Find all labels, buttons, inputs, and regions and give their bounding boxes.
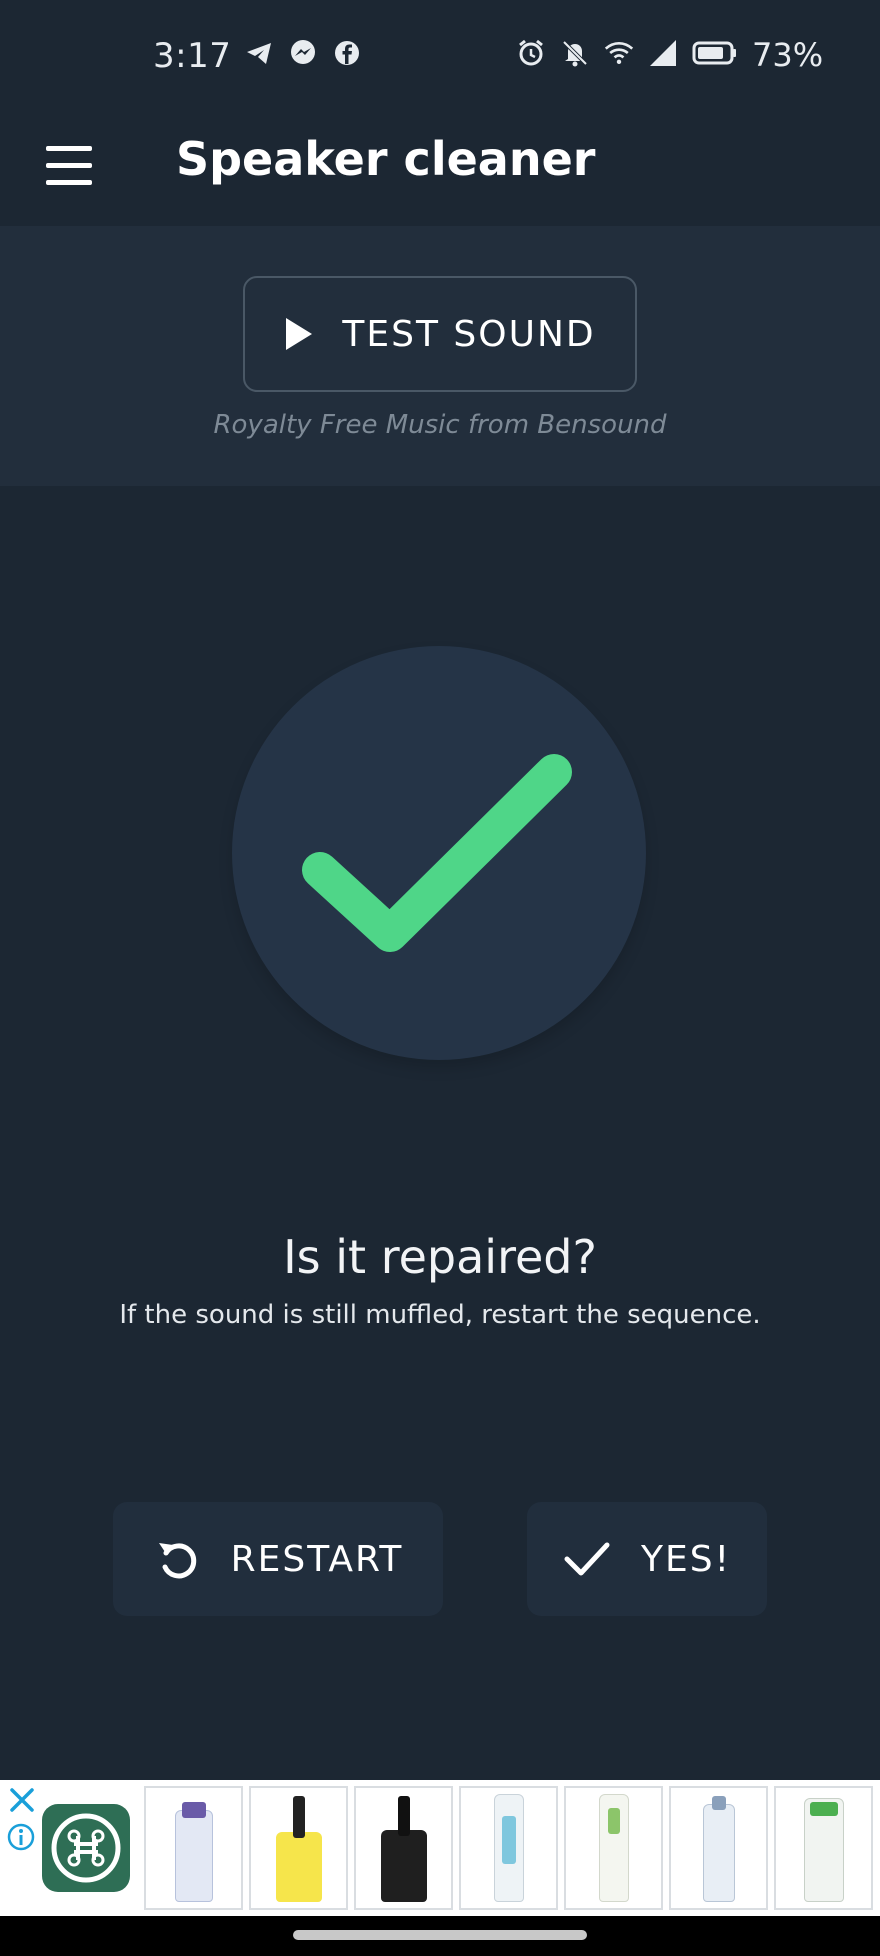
question-heading: Is it repaired? xyxy=(283,1230,597,1284)
wifi-icon xyxy=(604,41,634,65)
ad-product-5[interactable] xyxy=(564,1786,663,1910)
ad-product-6[interactable] xyxy=(669,1786,768,1910)
play-icon xyxy=(286,318,313,350)
restart-label: RESTART xyxy=(230,1538,404,1580)
facebook-icon xyxy=(335,41,359,65)
home-gesture-handle[interactable] xyxy=(293,1930,587,1940)
telegram-icon xyxy=(247,43,271,64)
restart-button[interactable]: RESTART xyxy=(113,1502,443,1616)
system-icons xyxy=(516,38,738,68)
yes-button[interactable]: YES! xyxy=(527,1502,767,1616)
close-icon[interactable] xyxy=(8,1786,36,1814)
test-sound-panel: TEST SOUND Royalty Free Music from Benso… xyxy=(0,226,880,486)
hamburger-menu-icon[interactable] xyxy=(36,136,102,196)
info-icon[interactable] xyxy=(6,1822,36,1852)
yes-label: YES! xyxy=(640,1538,732,1580)
muted-bell-icon xyxy=(562,40,588,67)
messenger-icon xyxy=(291,40,315,64)
screen: 3:17 73% Speaker cleaner TEST SOUND Roya… xyxy=(0,0,880,1956)
music-credit: Royalty Free Music from Bensound xyxy=(213,410,667,440)
ad-product-1[interactable] xyxy=(144,1786,243,1910)
app-toolbar: Speaker cleaner xyxy=(0,110,880,226)
notification-icons xyxy=(244,38,362,68)
signal-icon xyxy=(650,40,676,66)
test-sound-button[interactable]: TEST SOUND xyxy=(243,276,637,392)
app-title: Speaker cleaner xyxy=(176,132,596,186)
alarm-icon xyxy=(519,39,543,66)
result-circle xyxy=(232,646,646,1060)
ad-product-3[interactable] xyxy=(354,1786,453,1910)
command-key-icon xyxy=(51,1813,121,1883)
battery-percent: 73% xyxy=(752,36,824,74)
checkmark-icon xyxy=(302,754,572,952)
ad-banner[interactable] xyxy=(0,1780,880,1916)
ad-product-7[interactable] xyxy=(774,1786,873,1910)
ad-product-2[interactable] xyxy=(249,1786,348,1910)
ad-product-4[interactable] xyxy=(459,1786,558,1910)
status-time: 3:17 xyxy=(153,36,232,76)
ad-app-logo[interactable] xyxy=(42,1804,130,1892)
navigation-bar xyxy=(0,1916,880,1956)
restart-icon xyxy=(158,1543,196,1579)
test-sound-label: TEST SOUND xyxy=(342,313,596,355)
hint-text: If the sound is still muffled, restart t… xyxy=(119,1300,761,1330)
check-icon xyxy=(564,1542,610,1576)
status-bar: 3:17 73% xyxy=(0,0,880,110)
ad-product-strip xyxy=(144,1786,873,1910)
battery-icon xyxy=(692,41,736,65)
